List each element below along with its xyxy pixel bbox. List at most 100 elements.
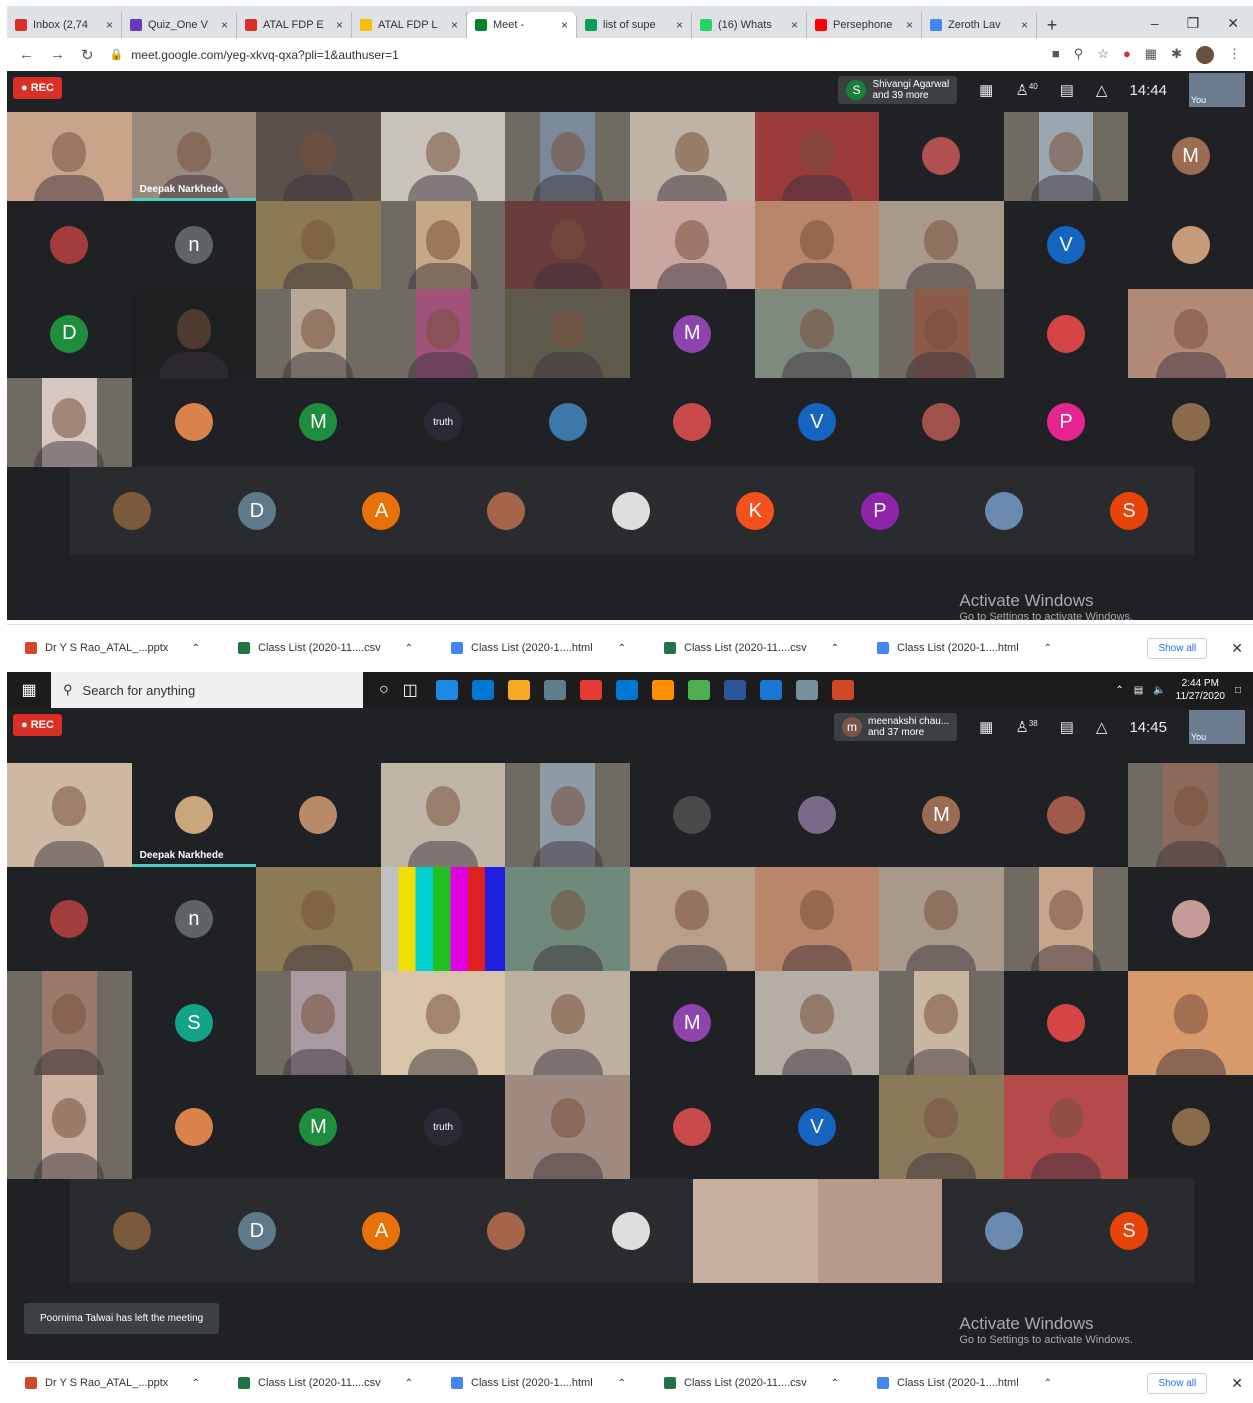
browser-tab[interactable]: Persephone × [807, 12, 922, 38]
forward-icon[interactable]: → [50, 46, 65, 63]
zoom-icon[interactable]: ⚲ [1074, 46, 1084, 64]
puzzle-icon[interactable]: ✱ [1171, 46, 1182, 64]
show-all-button[interactable]: Show all [1147, 1372, 1208, 1394]
participant-tile[interactable] [131, 289, 257, 379]
taskbar-app-icon[interactable] [831, 680, 854, 700]
download-item[interactable]: Class List (2020-11....csv ⌃ [646, 642, 859, 654]
participant-tile[interactable] [256, 971, 381, 1075]
participant-tile[interactable] [754, 867, 880, 971]
participant-tile[interactable] [7, 763, 132, 867]
chevron-up-icon[interactable]: ⌃ [1044, 1378, 1052, 1389]
participant-tile[interactable] [629, 378, 755, 467]
participant-tile[interactable] [7, 867, 132, 971]
participant-tile[interactable]: D [7, 289, 132, 379]
chevron-up-icon[interactable]: ⌃ [192, 1378, 200, 1389]
chat-icon[interactable]: ▤ [1060, 81, 1074, 99]
participant-tile[interactable] [1003, 763, 1129, 867]
participant-tile[interactable] [380, 112, 506, 201]
network-icon[interactable]: ▤ [1134, 685, 1143, 696]
participant-tile[interactable] [505, 763, 630, 867]
notification-icon[interactable]: □ [1235, 685, 1241, 696]
participant-tile[interactable] [629, 1075, 755, 1179]
tab-close-icon[interactable]: × [221, 18, 228, 32]
participant-tile[interactable] [505, 867, 630, 971]
tab-close-icon[interactable]: × [791, 18, 798, 32]
browser-tab[interactable]: list of supe × [577, 12, 692, 38]
participant-tile[interactable] [1128, 200, 1253, 290]
participant-tile[interactable] [879, 112, 1004, 201]
participant-tile[interactable] [629, 867, 755, 971]
layout-icon[interactable]: ▦ [979, 718, 993, 736]
participant-tile[interactable]: M [256, 1075, 381, 1179]
participant-tile[interactable] [817, 1179, 943, 1283]
menu-icon[interactable]: ⋮ [1228, 46, 1241, 64]
camera-icon[interactable]: ■ [1052, 46, 1060, 64]
participant-tile[interactable]: S [131, 971, 257, 1075]
participant-tile[interactable]: A [319, 467, 444, 555]
participant-tile[interactable]: truth [380, 378, 506, 467]
chevron-up-icon[interactable]: ⌃ [1115, 685, 1123, 696]
participant-tile[interactable]: truth [380, 1075, 506, 1179]
browser-tab[interactable]: Quiz_One V × [122, 12, 237, 38]
url-field[interactable]: 🔒 meet.google.com/yeg-xkvq-qxa?pli=1&aut… [110, 48, 399, 62]
participant-tile[interactable] [754, 289, 880, 379]
presenting-chip[interactable]: S Shivangi Agarwal and 39 more [838, 76, 958, 104]
tab-close-icon[interactable]: × [451, 18, 458, 32]
minimize-icon[interactable]: – [1151, 15, 1159, 32]
tab-close-icon[interactable]: × [1021, 18, 1028, 32]
taskbar-app-icon[interactable] [615, 680, 638, 700]
participant-tile[interactable]: V [1003, 200, 1129, 290]
close-icon[interactable]: ✕ [1231, 1375, 1243, 1392]
download-item[interactable]: Class List (2020-1....html ⌃ [859, 1377, 1072, 1389]
participant-tile[interactable]: K [693, 467, 818, 555]
participant-tile[interactable] [1003, 1075, 1129, 1179]
cortana-icon[interactable]: ○ [379, 681, 389, 699]
participant-tile[interactable] [629, 200, 755, 290]
participant-tile[interactable] [444, 467, 569, 555]
participant-tile[interactable] [1128, 289, 1253, 379]
people-icon[interactable]: ♙38 [1015, 718, 1037, 736]
tab-close-icon[interactable]: × [106, 18, 113, 32]
reload-icon[interactable]: ↻ [81, 46, 94, 64]
participant-tile[interactable] [7, 200, 132, 290]
participant-tile[interactable] [444, 1179, 569, 1283]
chevron-up-icon[interactable]: ⌃ [618, 643, 626, 654]
participant-tile[interactable]: M [1128, 112, 1253, 201]
grid-extension-icon[interactable]: ▦ [1145, 46, 1157, 64]
taskbar-app-icon[interactable] [507, 680, 530, 700]
participant-tile[interactable] [7, 1075, 132, 1179]
participant-tile[interactable] [380, 867, 506, 971]
profile-avatar[interactable] [1196, 45, 1214, 64]
participant-tile[interactable] [505, 112, 630, 201]
new-tab-button[interactable]: + [1037, 12, 1067, 38]
system-clock[interactable]: 2:44 PM 11/27/2020 [1176, 677, 1225, 703]
activities-icon[interactable]: △ [1096, 718, 1108, 736]
participant-tile[interactable]: V [754, 1075, 880, 1179]
participant-tile[interactable]: n [131, 200, 257, 290]
participant-tile[interactable] [754, 763, 880, 867]
browser-tab[interactable]: Inbox (2,74 × [7, 12, 122, 38]
participant-tile[interactable] [1128, 867, 1253, 971]
chevron-up-icon[interactable]: ⌃ [618, 1378, 626, 1389]
people-icon[interactable]: ♙40 [1015, 81, 1037, 99]
participant-tile[interactable]: A [319, 1179, 444, 1283]
participant-tile[interactable] [629, 112, 755, 201]
bookmark-star-icon[interactable]: ☆ [1097, 46, 1109, 64]
participant-tile[interactable]: P [818, 467, 943, 555]
participant-tile[interactable]: P [1003, 378, 1129, 467]
close-window-icon[interactable]: ✕ [1227, 15, 1239, 32]
activities-icon[interactable]: △ [1096, 81, 1108, 99]
chevron-up-icon[interactable]: ⌃ [831, 1378, 839, 1389]
participant-tile[interactable]: D [195, 467, 320, 555]
participant-tile[interactable] [131, 378, 257, 467]
participant-tile[interactable] [70, 1179, 195, 1283]
download-item[interactable]: Class List (2020-11....csv ⌃ [220, 1377, 433, 1389]
participant-tile[interactable] [1128, 1075, 1253, 1179]
participant-tile[interactable] [7, 971, 132, 1075]
participant-tile[interactable]: n [131, 867, 257, 971]
taskbar-app-icon[interactable] [471, 680, 494, 700]
restore-icon[interactable]: ❐ [1187, 15, 1200, 32]
participant-tile[interactable] [879, 378, 1004, 467]
participant-tile[interactable] [568, 1179, 693, 1283]
download-item[interactable]: Class List (2020-11....csv ⌃ [646, 1377, 859, 1389]
